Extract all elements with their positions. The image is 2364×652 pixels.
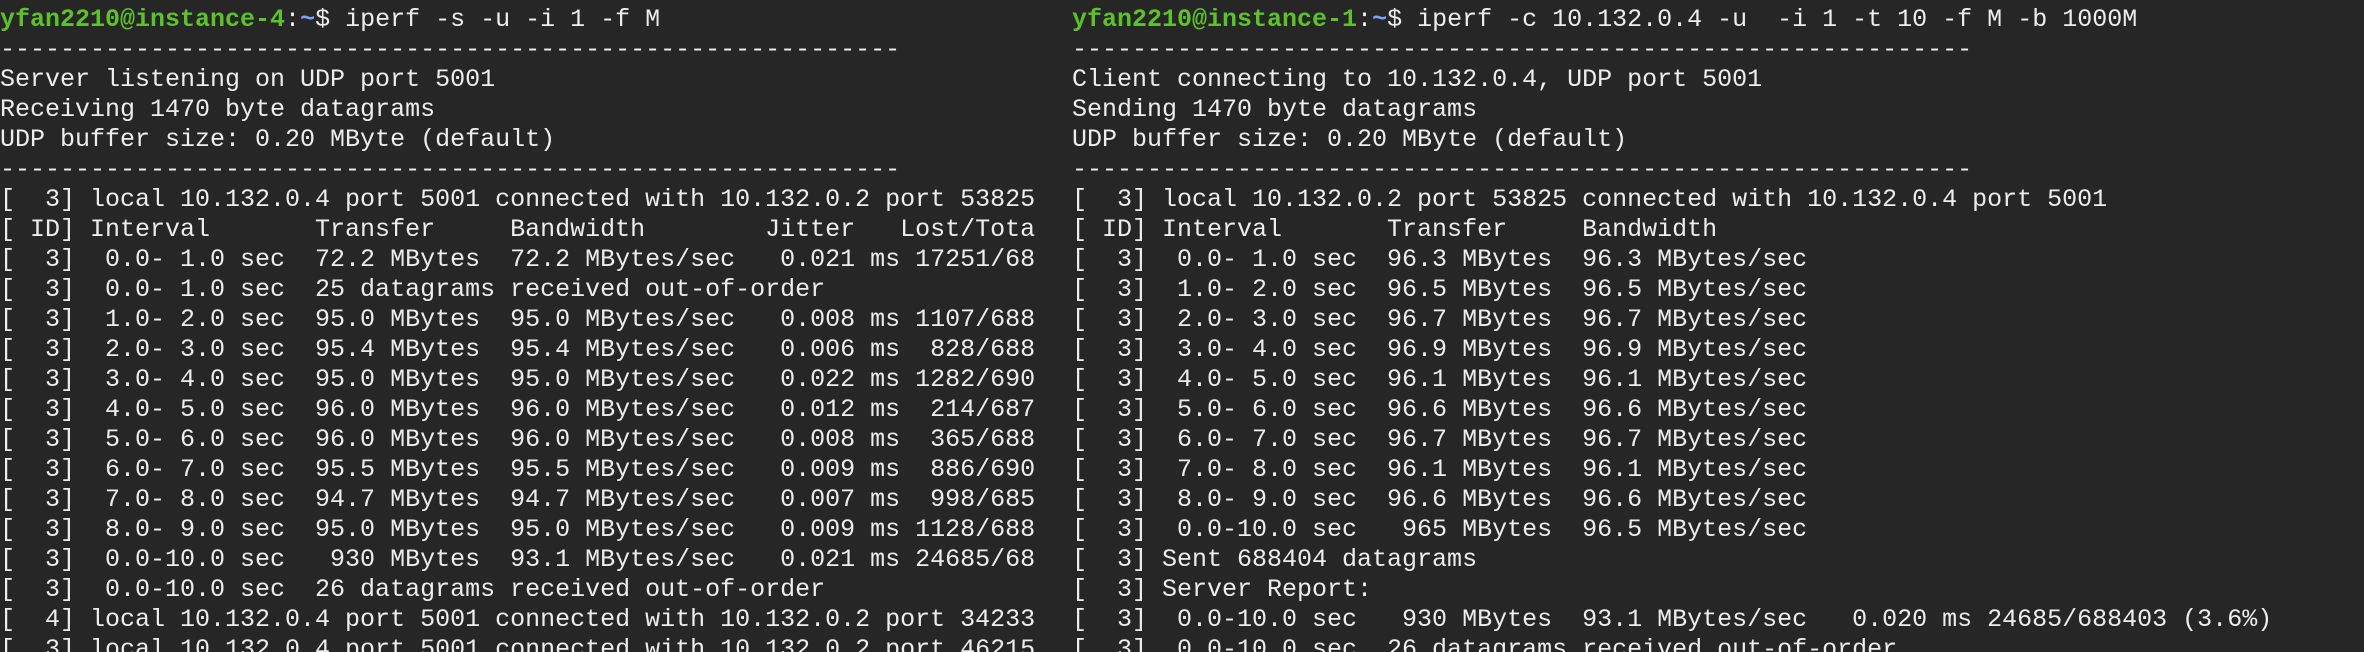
prompt-user-host: yfan2210@instance-1 [1072, 5, 1358, 34]
output-line: [ 3] local 10.132.0.4 port 5001 connecte… [0, 185, 1036, 214]
output-line: [ 3] 4.0- 5.0 sec 96.0 MBytes 96.0 MByte… [0, 395, 1036, 424]
output-line: [ 3] 0.0-10.0 sec 965 MBytes 96.5 MBytes… [1072, 515, 1808, 544]
output-line: UDP buffer size: 0.20 MByte (default) [1072, 125, 1628, 154]
output-line: ----------------------------------------… [1072, 155, 1973, 184]
prompt-line: yfan2210@instance-4:~$ iperf -s -u -i 1 … [0, 5, 660, 35]
output-line: [ ID] Interval Transfer Bandwidth Jitter… [0, 215, 1036, 244]
output-line: [ 3] Sent 688404 datagrams [1072, 545, 1478, 574]
output-line: [ 3] 0.0- 1.0 sec 25 datagrams received … [0, 275, 826, 304]
command-text: iperf -s -u -i 1 -f M [345, 5, 661, 34]
command-text: iperf -c 10.132.0.4 -u -i 1 -t 10 -f M -… [1417, 5, 2138, 34]
output-line: [ 3] 3.0- 4.0 sec 96.9 MBytes 96.9 MByte… [1072, 335, 1808, 364]
output-line: [ 3] 0.0-10.0 sec 26 datagrams received … [1072, 635, 1898, 652]
output-line: [ ID] Interval Transfer Bandwidth [1072, 215, 1718, 244]
output-line: [ 3] 2.0- 3.0 sec 95.4 MBytes 95.4 MByte… [0, 335, 1036, 364]
output-line: [ 3] 4.0- 5.0 sec 96.1 MBytes 96.1 MByte… [1072, 365, 1808, 394]
output-line: [ 3] 6.0- 7.0 sec 96.7 MBytes 96.7 MByte… [1072, 425, 1808, 454]
prompt-separator: : [285, 5, 301, 34]
prompt-path: ~ [1372, 5, 1388, 34]
output-line: ----------------------------------------… [0, 155, 901, 184]
output-line: [ 3] 8.0- 9.0 sec 95.0 MBytes 95.0 MByte… [0, 515, 1036, 544]
output-line: Receiving 1470 byte datagrams [0, 95, 436, 124]
output-line: [ 3] 5.0- 6.0 sec 96.6 MBytes 96.6 MByte… [1072, 395, 1808, 424]
prompt-symbol: $ [315, 5, 346, 34]
output-line: [ 3] 5.0- 6.0 sec 96.0 MBytes 96.0 MByte… [0, 425, 1036, 454]
output-line: Sending 1470 byte datagrams [1072, 95, 1478, 124]
output-line: Client connecting to 10.132.0.4, UDP por… [1072, 65, 1763, 94]
split-terminal-screen: yfan2210@instance-4:~$ iperf -s -u -i 1 … [0, 0, 2364, 652]
output-line: Server listening on UDP port 5001 [0, 65, 496, 94]
prompt-separator: : [1357, 5, 1373, 34]
output-line: [ 3] 0.0- 1.0 sec 72.2 MBytes 72.2 MByte… [0, 245, 1036, 274]
output-line: [ 3] 1.0- 2.0 sec 96.5 MBytes 96.5 MByte… [1072, 275, 1808, 304]
output-line: [ 3] local 10.132.0.2 port 53825 connect… [1072, 185, 2108, 214]
output-line: [ 3] 0.0-10.0 sec 930 MBytes 93.1 MBytes… [0, 545, 1036, 574]
prompt-symbol: $ [1387, 5, 1418, 34]
output-line: [ 3] 3.0- 4.0 sec 95.0 MBytes 95.0 MByte… [0, 365, 1036, 394]
server-terminal-pane[interactable]: yfan2210@instance-4:~$ iperf -s -u -i 1 … [0, 0, 1072, 652]
prompt-user-host: yfan2210@instance-4 [0, 5, 286, 34]
output-line: [ 3] 2.0- 3.0 sec 96.7 MBytes 96.7 MByte… [1072, 305, 1808, 334]
output-line: [ 3] 7.0- 8.0 sec 96.1 MBytes 96.1 MByte… [1072, 455, 1808, 484]
output-line: [ 4] local 10.132.0.4 port 5001 connecte… [0, 605, 1036, 634]
output-line: [ 3] 1.0- 2.0 sec 95.0 MBytes 95.0 MByte… [0, 305, 1036, 334]
output-line: ----------------------------------------… [1072, 35, 1973, 64]
output-line: [ 3] 8.0- 9.0 sec 96.6 MBytes 96.6 MByte… [1072, 485, 1808, 514]
output-line: [ 3] local 10.132.0.4 port 5001 connecte… [0, 635, 1036, 652]
output-line: [ 3] 0.0-10.0 sec 930 MBytes 93.1 MBytes… [1072, 605, 2273, 634]
output-line: UDP buffer size: 0.20 MByte (default) [0, 125, 556, 154]
output-line: [ 3] 7.0- 8.0 sec 94.7 MBytes 94.7 MByte… [0, 485, 1036, 514]
output-line: [ 3] 6.0- 7.0 sec 95.5 MBytes 95.5 MByte… [0, 455, 1036, 484]
client-terminal-pane[interactable]: yfan2210@instance-1:~$ iperf -c 10.132.0… [1072, 0, 2364, 652]
prompt-line: yfan2210@instance-1:~$ iperf -c 10.132.0… [1072, 5, 2137, 35]
output-line: [ 3] Server Report: [1072, 575, 1373, 604]
output-line: ----------------------------------------… [0, 35, 901, 64]
output-line: [ 3] 0.0-10.0 sec 26 datagrams received … [0, 575, 826, 604]
prompt-path: ~ [300, 5, 316, 34]
output-line: [ 3] 0.0- 1.0 sec 96.3 MBytes 96.3 MByte… [1072, 245, 1808, 274]
